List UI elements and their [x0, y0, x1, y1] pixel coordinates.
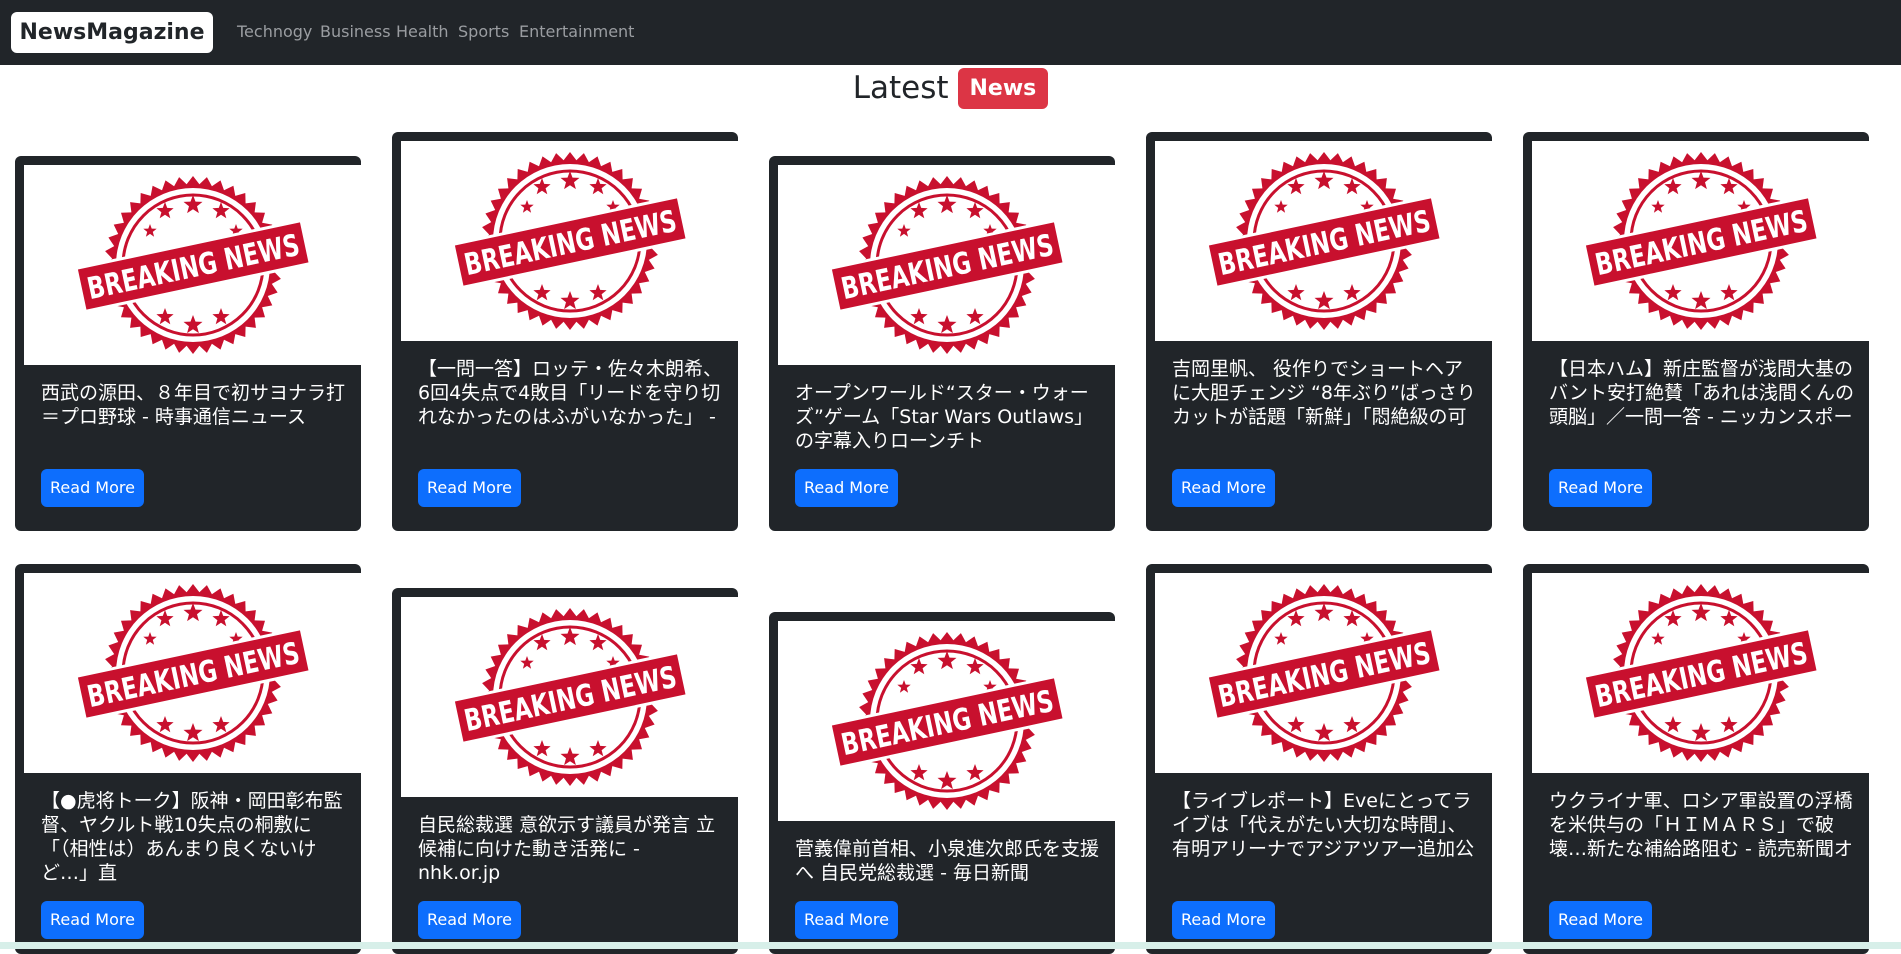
news-card-5: BREAKING NEWS 【日本ハム】新庄監督が浅間大基のバント安打絶賛「あれ… [1523, 132, 1869, 531]
card-title: ウクライナ軍、ロシア軍設置の浮橋を米供与の「ＨＩＭＡＲＳ」で破壊…新たな補給路阻… [1549, 790, 1853, 860]
card-title: 【日本ハム】新庄監督が浅間大基のバント安打絶賛「あれは浅間くんの頭脳」／一問一答… [1549, 358, 1854, 428]
read-more-button[interactable]: Read More [1549, 469, 1652, 507]
breaking-news-image: BREAKING NEWS [778, 165, 1115, 365]
card-title: 【ライブレポート】Eveにとってライブは「代えがたい大切な時間」、有明アリーナで… [1172, 790, 1475, 860]
breaking-news-image: BREAKING NEWS [1532, 141, 1869, 341]
brand-logo[interactable]: NewsMagazine [11, 12, 213, 53]
news-card-4: BREAKING NEWS 吉岡里帆、 役作りでショートヘアに大胆チェンジ “8… [1146, 132, 1492, 531]
news-card-7: BREAKING NEWS 自民総裁選 意欲示す議員が発言 立候補に向けた動き活… [392, 588, 738, 954]
card-title: 西武の源田、８年目で初サヨナラ打＝プロ野球 - 時事通信ニュース [41, 382, 346, 428]
read-more-button[interactable]: Read More [1549, 901, 1652, 939]
nav-link-business[interactable]: Business [320, 21, 391, 43]
card-title: オープンワールド“スター・ウォーズ”ゲーム「Star Wars Outlaws」… [795, 382, 1094, 452]
top-navbar: NewsMagazine Technogy Business Health Sp… [0, 0, 1901, 65]
breaking-news-image: BREAKING NEWS [24, 165, 361, 365]
read-more-button[interactable]: Read More [795, 469, 898, 507]
read-more-button[interactable]: Read More [418, 469, 521, 507]
news-card-2: BREAKING NEWS 【一問一答】ロッテ・佐々木朗希、6回4失点で4敗目「… [392, 132, 738, 531]
card-title: 菅義偉前首相、小泉進次郎氏を支援へ 自民党総裁選 - 毎日新聞 [795, 838, 1100, 884]
breaking-news-image: BREAKING NEWS [24, 573, 361, 773]
nav-link-technology[interactable]: Technogy [237, 21, 312, 43]
nav-link-health[interactable]: Health [396, 21, 449, 43]
bottom-strip [0, 942, 1901, 949]
page-heading: Latest News [0, 66, 1901, 110]
read-more-button[interactable]: Read More [41, 901, 144, 939]
breaking-news-image: BREAKING NEWS [1532, 573, 1869, 773]
news-badge: News [957, 67, 1049, 109]
breaking-news-image: BREAKING NEWS [401, 597, 738, 797]
nav-link-entertainment[interactable]: Entertainment [519, 21, 634, 43]
breaking-news-image: BREAKING NEWS [401, 141, 738, 341]
breaking-news-image: BREAKING NEWS [1155, 141, 1492, 341]
card-title: 自民総裁選 意欲示す議員が発言 立候補に向けた動き活発に - nhk.or.jp [418, 814, 716, 884]
page-title: Latest [852, 70, 949, 106]
breaking-news-image: BREAKING NEWS [778, 621, 1115, 821]
breaking-news-image: BREAKING NEWS [1155, 573, 1492, 773]
read-more-button[interactable]: Read More [1172, 901, 1275, 939]
card-title: 【●虎将トーク】阪神・岡田彰布監督、ヤクルト戦10失点の桐敷に「（相性は）あんま… [41, 790, 343, 884]
read-more-button[interactable]: Read More [1172, 469, 1275, 507]
news-card-1: BREAKING NEWS 西武の源田、８年目で初サヨナラ打＝プロ野球 - 時事… [15, 156, 361, 531]
nav-link-sports[interactable]: Sports [458, 21, 509, 43]
news-card-9: BREAKING NEWS 【ライブレポート】Eveにとってライブは「代えがたい… [1146, 564, 1492, 954]
read-more-button[interactable]: Read More [795, 901, 898, 939]
read-more-button[interactable]: Read More [418, 901, 521, 939]
card-title: 吉岡里帆、 役作りでショートヘアに大胆チェンジ “8年ぶり”ばっさりカットが話題… [1172, 358, 1476, 428]
news-card-3: BREAKING NEWS オープンワールド“スター・ウォーズ”ゲーム「Star… [769, 156, 1115, 531]
news-card-8: BREAKING NEWS 菅義偉前首相、小泉進次郎氏を支援へ 自民党総裁選 -… [769, 612, 1115, 954]
news-card-6: BREAKING NEWS 【●虎将トーク】阪神・岡田彰布監督、ヤクルト戦10失… [15, 564, 361, 954]
read-more-button[interactable]: Read More [41, 469, 144, 507]
card-title: 【一問一答】ロッテ・佐々木朗希、6回4失点で4敗目「リードを守り切れなかったのは… [418, 358, 723, 428]
news-card-10: BREAKING NEWS ウクライナ軍、ロシア軍設置の浮橋を米供与の「ＨＩＭＡ… [1523, 564, 1869, 954]
